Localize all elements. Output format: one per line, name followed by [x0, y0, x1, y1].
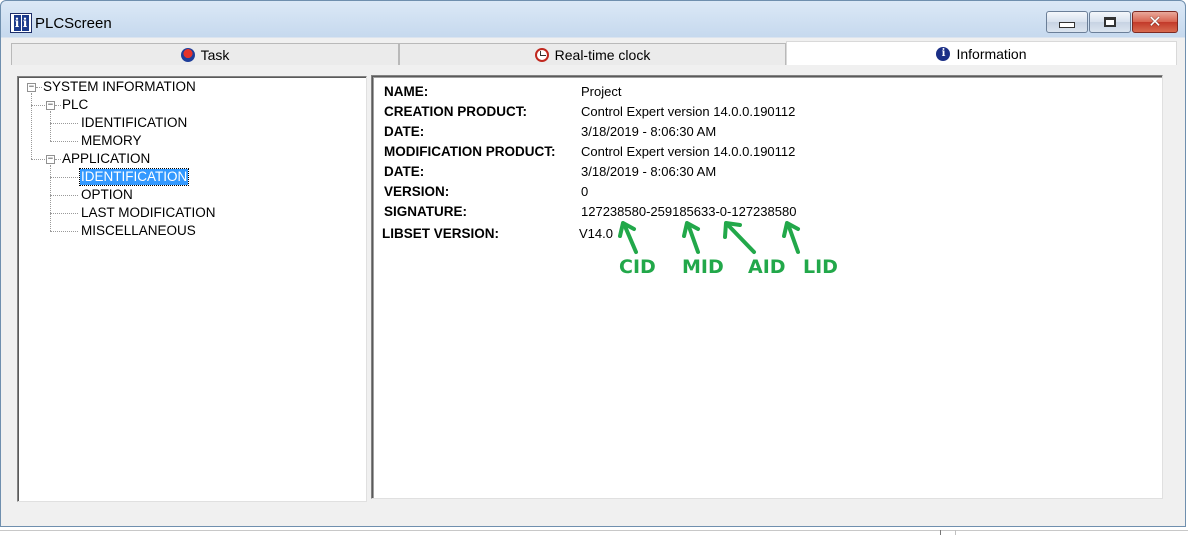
tree-connector: [50, 123, 78, 124]
creation-date-value: 3/18/2019 - 8:06:30 AM: [581, 124, 717, 139]
tab-information[interactable]: i Information: [786, 41, 1177, 65]
collapse-icon[interactable]: −: [46, 101, 55, 110]
tab-strip: Task Real-time clock i Information: [11, 41, 1177, 65]
clock-icon: [534, 47, 549, 62]
tree-node-app-miscellaneous[interactable]: MISCELLANEOUS: [80, 223, 197, 239]
collapse-icon[interactable]: −: [46, 155, 55, 164]
info-icon: i: [936, 46, 951, 61]
creation-date-label: DATE:: [384, 124, 425, 139]
tab-real-time-clock[interactable]: Real-time clock: [399, 43, 786, 65]
cid-arrow-icon: [618, 221, 638, 254]
signature-label: SIGNATURE:: [384, 204, 467, 219]
tree-connector: [31, 105, 47, 106]
tree-connector: [50, 141, 78, 142]
version-value: 0: [581, 184, 589, 199]
minimize-button[interactable]: [1046, 11, 1088, 33]
plcscreen-window: ii PLCScreen ✕ Task Real-time clock i In…: [0, 0, 1186, 527]
tree-connector: [50, 165, 51, 231]
window-title: PLCScreen: [35, 15, 112, 32]
divider: [940, 530, 941, 535]
tree-node-system-information[interactable]: SYSTEM INFORMATION: [42, 79, 197, 95]
tab-clock-label: Real-time clock: [554, 46, 651, 63]
status-bar: [1, 506, 1185, 526]
tree-node-plc[interactable]: PLC: [61, 97, 89, 113]
tree-node-app-last-modification[interactable]: LAST MODIFICATION: [80, 205, 217, 221]
title-bar[interactable]: ii PLCScreen ✕: [1, 1, 1185, 37]
libset-version-label: LIBSET VERSION:: [382, 226, 500, 241]
minimize-icon: [1059, 22, 1075, 28]
tab-task[interactable]: Task: [11, 43, 399, 65]
tree-connector: [31, 159, 47, 160]
aid-annotation: AID: [748, 256, 786, 278]
creation-product-label: CREATION PRODUCT:: [384, 104, 527, 119]
tree-node-plc-identification[interactable]: IDENTIFICATION: [80, 115, 188, 131]
close-button[interactable]: ✕: [1132, 11, 1178, 33]
maximize-icon: [1104, 17, 1116, 27]
lid-annotation: LID: [803, 256, 838, 278]
lid-arrow-icon: [782, 221, 800, 254]
name-value: Project: [581, 84, 622, 99]
close-icon: ✕: [1148, 12, 1162, 31]
task-icon: [180, 47, 195, 62]
modification-product-value: Control Expert version 14.0.0.190112: [581, 144, 796, 159]
maximize-button[interactable]: [1089, 11, 1131, 33]
app-icon[interactable]: ii: [10, 13, 32, 33]
cid-annotation: CID: [619, 256, 656, 278]
tree-connector: [50, 177, 78, 178]
information-panel: − SYSTEM INFORMATION − PLC IDENTIFICATIO…: [11, 65, 1177, 503]
tree-connector: [31, 93, 32, 159]
tree-node-plc-memory[interactable]: MEMORY: [80, 133, 143, 149]
modification-date-value: 3/18/2019 - 8:06:30 AM: [581, 164, 717, 179]
tree-node-application[interactable]: APPLICATION: [61, 151, 151, 167]
tab-information-label: Information: [956, 45, 1027, 62]
version-label: VERSION:: [384, 184, 450, 199]
modification-product-label: MODIFICATION PRODUCT:: [384, 144, 556, 159]
system-info-tree[interactable]: − SYSTEM INFORMATION − PLC IDENTIFICATIO…: [17, 76, 367, 502]
tree-connector: [50, 111, 51, 141]
mid-annotation: MID: [682, 256, 724, 278]
identification-details: NAME: Project CREATION PRODUCT: Control …: [371, 75, 1163, 499]
name-label: NAME:: [384, 84, 429, 99]
creation-product-value: Control Expert version 14.0.0.190112: [581, 104, 796, 119]
divider: [0, 530, 1188, 531]
bottom-edge: [0, 527, 1188, 535]
tree-node-app-identification[interactable]: IDENTIFICATION: [78, 168, 190, 186]
tree-connector: [50, 195, 78, 196]
tab-task-label: Task: [200, 46, 230, 63]
collapse-icon[interactable]: −: [27, 83, 36, 92]
aid-arrow-icon: [723, 221, 756, 254]
tree-connector: [50, 213, 78, 214]
divider: [955, 530, 956, 535]
modification-date-label: DATE:: [384, 164, 425, 179]
mid-arrow-icon: [682, 221, 700, 254]
tree-node-app-option[interactable]: OPTION: [80, 187, 134, 203]
tree-connector: [50, 231, 78, 232]
